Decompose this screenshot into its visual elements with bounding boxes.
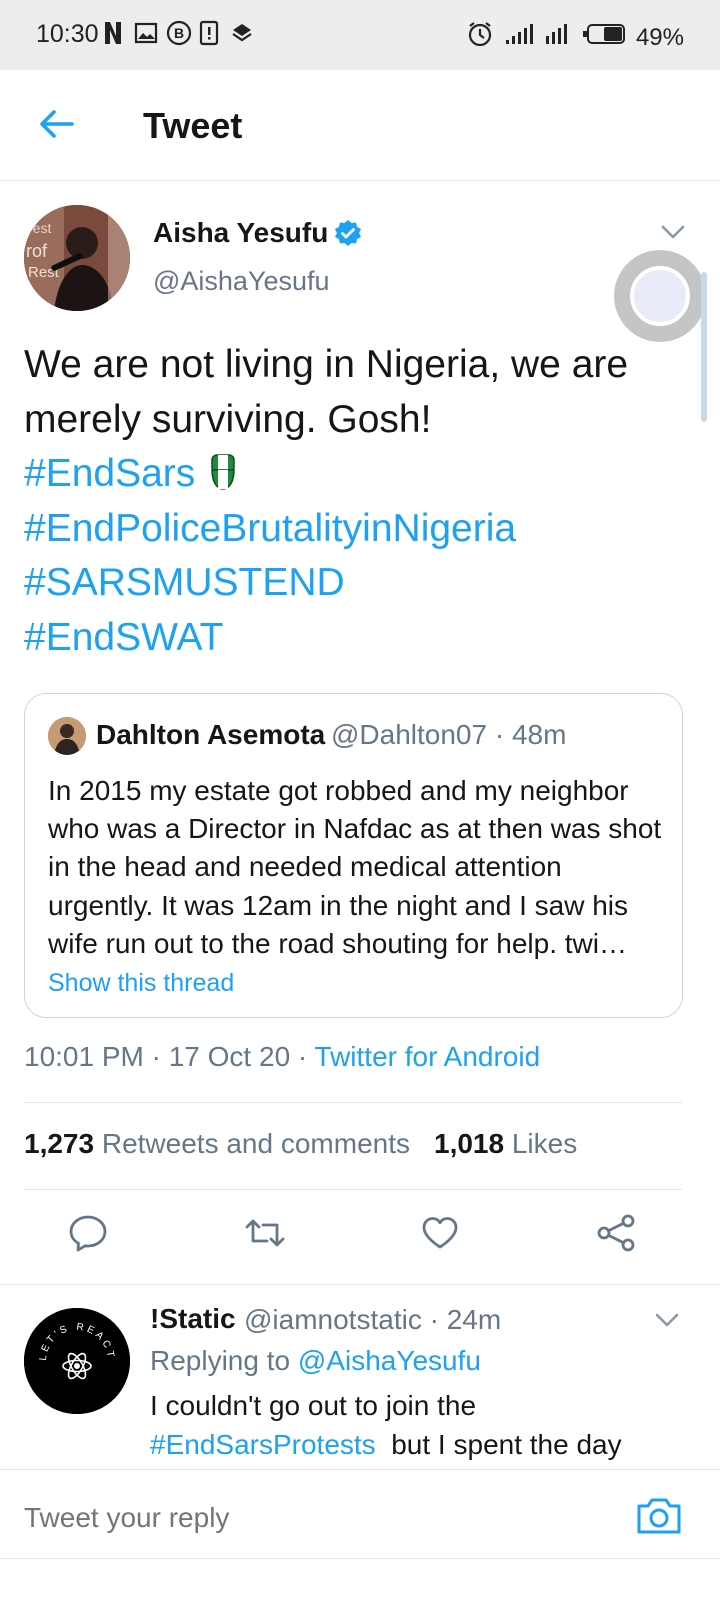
reply-author-name[interactable]: !Static (150, 1303, 236, 1335)
replying-to: Replying to @AishaYesufu (150, 1345, 481, 1377)
show-thread-link[interactable]: Show this thread (48, 969, 234, 998)
hashtag-endsars[interactable]: #EndSars (24, 452, 195, 495)
heart-icon (420, 1213, 460, 1258)
chevron-down-icon[interactable] (660, 222, 686, 242)
likes-count: 1,018 (434, 1128, 505, 1159)
quoted-author-name: Dahlton Asemota (96, 719, 326, 750)
status-bar: 10:30 B 49% (0, 0, 720, 70)
author-handle[interactable]: @AishaYesufu (153, 266, 330, 297)
hashtag-endpolicebrutality[interactable]: #EndPoliceBrutalityinNigeria (24, 502, 694, 557)
page-title: Tweet (143, 105, 243, 146)
reply-composer (0, 1469, 720, 1560)
svg-text:rest: rest (28, 220, 51, 236)
likes-stat[interactable]: 1,018 Likes (434, 1128, 577, 1159)
likes-label: Likes (511, 1128, 578, 1159)
hashtag-line-endsars: #EndSars (24, 447, 694, 502)
reply-text-line1: I couldn't go out to join the (150, 1390, 477, 1421)
author-avatar[interactable]: rest rof Rest (24, 205, 130, 311)
author-name[interactable]: Aisha Yesufu (153, 217, 328, 249)
quoted-meta: @Dahlton07 · 48m (331, 719, 567, 750)
b-icon: B (166, 20, 192, 46)
reply-text: I couldn't go out to join the #EndSarsPr… (150, 1386, 690, 1464)
hashtag-sarsmustend[interactable]: #SARSMUSTEND (24, 556, 694, 611)
tweet-timestamp: 10:01 PM · 17 Oct 20 · Twitter for Andro… (24, 1041, 540, 1073)
status-time: 10:30 (36, 20, 99, 48)
fist-emoji-icon (207, 452, 239, 492)
comment-icon (68, 1213, 108, 1258)
scrollbar-thumb[interactable] (701, 272, 707, 422)
battery-icon (582, 22, 626, 53)
image-icon (134, 20, 158, 46)
divider (0, 1558, 720, 1559)
arrow-left-icon (38, 109, 74, 144)
replying-handle-link[interactable]: @AishaYesufu (298, 1345, 481, 1376)
retweet-icon (243, 1213, 287, 1258)
camera-icon[interactable] (634, 1494, 684, 1538)
svg-text:B: B (174, 25, 184, 41)
svg-text:rof: rof (26, 241, 48, 261)
signal-icon-2 (544, 22, 572, 53)
verified-badge-icon (334, 219, 362, 247)
app-bar: Tweet (0, 70, 720, 181)
reply-meta: @iamnotstatic · 24m (244, 1304, 502, 1335)
tweet-stats: 1,273 Retweets and comments 1,018 Likes (24, 1128, 577, 1160)
battery-percent: 49% (635, 23, 684, 51)
divider (24, 1102, 682, 1103)
reply-hashtag[interactable]: #EndSarsProtests (150, 1429, 376, 1460)
tweet-text: We are not living in Nigeria, we are mer… (24, 338, 694, 665)
divider (0, 1284, 720, 1285)
retweet-button[interactable] (243, 1213, 287, 1257)
reply-author-avatar[interactable]: LET'S REACT (24, 1308, 130, 1414)
sim-icon (198, 20, 222, 46)
tweet-body: We are not living in Nigeria, we are mer… (24, 343, 629, 441)
share-icon (595, 1213, 637, 1258)
touch-indicator (614, 250, 706, 342)
back-button[interactable] (26, 96, 86, 156)
layers-icon (230, 20, 254, 46)
chevron-down-icon[interactable] (654, 1310, 680, 1330)
quoted-author-avatar (48, 717, 86, 755)
tweet-source-link[interactable]: Twitter for Android (315, 1041, 541, 1072)
retweets-stat[interactable]: 1,273 Retweets and comments (24, 1128, 410, 1159)
quoted-text: In 2015 my estate got robbed and my neig… (48, 775, 662, 959)
status-notification-icons: B (102, 20, 254, 46)
retweets-label: Retweets and comments (101, 1128, 410, 1159)
reply-input[interactable] (24, 1502, 584, 1534)
tweet-time: 10:01 PM · 17 Oct 20 · (24, 1041, 315, 1072)
quoted-tweet-card[interactable]: Dahlton Asemota @Dahlton07 · 48m In 2015… (24, 693, 683, 1018)
reply-text-line2: but I spent the day (375, 1429, 622, 1460)
alarm-icon (466, 20, 494, 55)
retweets-count: 1,273 (24, 1128, 95, 1159)
replying-prefix: Replying to (150, 1345, 298, 1376)
status-system-icons: 49% (466, 20, 684, 55)
like-button[interactable] (418, 1213, 462, 1257)
share-button[interactable] (594, 1213, 638, 1257)
hashtag-endswat[interactable]: #EndSWAT (24, 611, 694, 666)
divider (24, 1189, 682, 1190)
signal-icon (504, 22, 534, 53)
netflix-icon (102, 20, 126, 46)
reply-button[interactable] (66, 1213, 110, 1257)
